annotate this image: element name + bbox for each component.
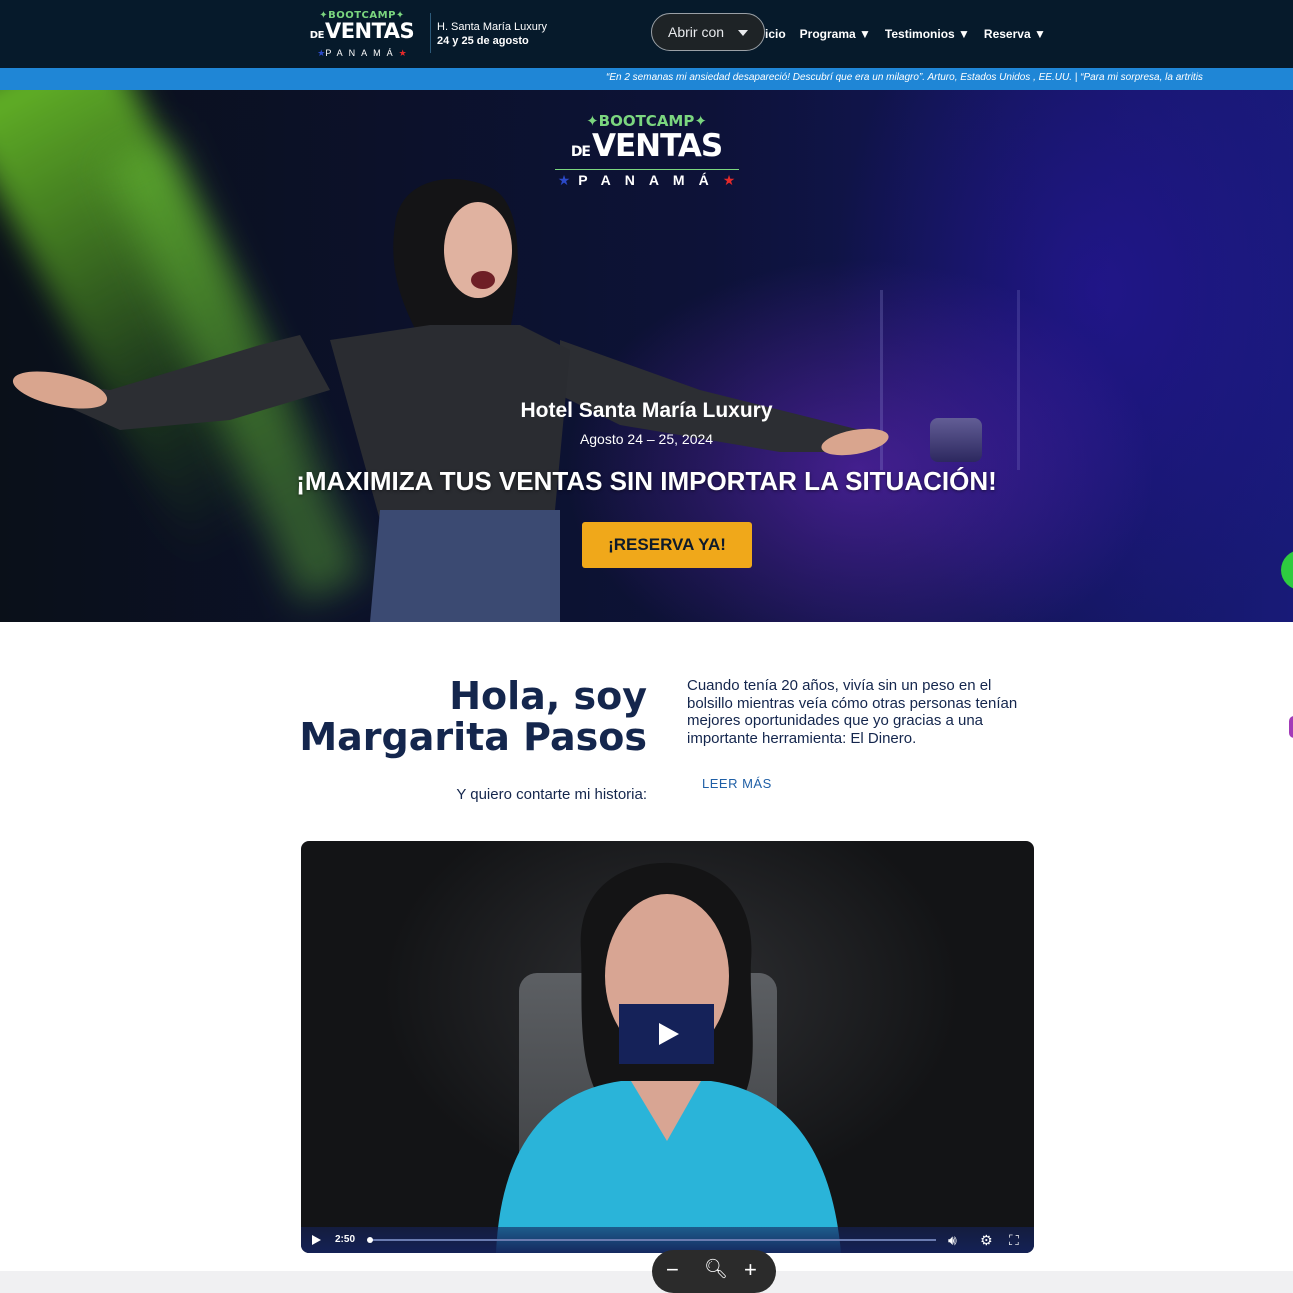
open-with-label: Abrir con	[668, 24, 725, 40]
logo-line-ventas: DEVENTAS	[309, 19, 415, 43]
volume-icon[interactable]: 🔊︎	[948, 1231, 957, 1249]
intro-subheading: Y quiero contarte mi historia:	[456, 786, 647, 803]
main-nav: icio Programa ▼ Testimonios ▼ Reserva ▼	[765, 27, 1046, 41]
zoom-in-button[interactable]: +	[744, 1258, 757, 1282]
header-venue-dates: 24 y 25 de agosto	[437, 35, 529, 47]
chevron-down-icon	[738, 30, 748, 36]
settings-gear-icon[interactable]: ⚙	[980, 1231, 993, 1249]
hero-logo-ventas: DEVENTAS	[570, 128, 723, 164]
nav-link-testimonios[interactable]: Testimonios ▼	[885, 27, 970, 41]
video-play-button[interactable]	[619, 1004, 714, 1064]
nav-link-reserva[interactable]: Reserva ▼	[984, 27, 1046, 41]
logo-line-panama: ★PANAMÁ★	[317, 48, 407, 58]
testimonial-ticker: “En 2 semanas mi ansiedad desapareció! D…	[0, 68, 1293, 90]
play-icon[interactable]	[312, 1235, 321, 1245]
zoom-out-button[interactable]: −	[666, 1258, 679, 1282]
video-progress-track[interactable]	[368, 1239, 936, 1241]
nav-divider	[430, 13, 431, 53]
reserve-now-button[interactable]: ¡RESERVA YA!	[582, 522, 752, 568]
fullscreen-icon[interactable]: ⛶	[1009, 1231, 1019, 1249]
open-with-dropdown[interactable]: Abrir con	[651, 13, 765, 51]
video-duration: 2:50	[335, 1234, 356, 1245]
video-progress-handle[interactable]	[367, 1237, 373, 1243]
intro-story: Cuando tenía 20 años, vivía sin un peso …	[687, 677, 1018, 747]
floating-widget-edge[interactable]	[1289, 716, 1293, 738]
bootcamp-logo-hero: ✦BOOTCAMP✦ DEVENTAS ★ PANAMÁ★	[0, 112, 1293, 189]
hero-date: Agosto 24 – 25, 2024	[579, 431, 714, 447]
hero-venue: Hotel Santa María Luxury	[520, 399, 773, 422]
read-more-link[interactable]: LEER MÁS	[702, 776, 772, 791]
ticker-text: “En 2 semanas mi ansiedad desapareció! D…	[606, 72, 1203, 83]
zoom-controls: − 🔍︎ +	[652, 1250, 776, 1293]
hero-headline: ¡MAXIMIZA TUS VENTAS SIN IMPORTAR LA SIT…	[296, 466, 997, 496]
video-controls-bar: 2:50 🔊︎ ⚙ ⛶	[301, 1227, 1034, 1253]
video-player[interactable]: 2:50 🔊︎ ⚙ ⛶	[301, 841, 1034, 1253]
hero-section: ✦BOOTCAMP✦ DEVENTAS ★ PANAMÁ★ Hotel Santa…	[0, 90, 1293, 622]
nav-link-programa[interactable]: Programa ▼	[800, 27, 871, 41]
top-navigation-bar: ✦BOOTCAMP✦ DEVENTAS ★PANAMÁ★ H. Santa Ma…	[0, 0, 1293, 68]
bootcamp-logo-small[interactable]: ✦BOOTCAMP✦ DEVENTAS ★PANAMÁ★	[302, 10, 422, 60]
intro-heading: Hola, soy Margarita Pasos	[299, 674, 647, 759]
play-icon	[659, 1023, 679, 1045]
header-venue-info: H. Santa María Luxury 24 y 25 de agosto	[437, 20, 547, 48]
magnifier-icon[interactable]: 🔍︎	[704, 1258, 728, 1282]
header-venue-name: H. Santa María Luxury	[437, 21, 548, 33]
nav-link-inicio[interactable]: icio	[765, 27, 786, 41]
next-section-strip	[0, 1271, 1293, 1293]
hero-logo-panama: ★ PANAMÁ★	[557, 172, 736, 188]
hero-logo-rule	[554, 169, 739, 170]
